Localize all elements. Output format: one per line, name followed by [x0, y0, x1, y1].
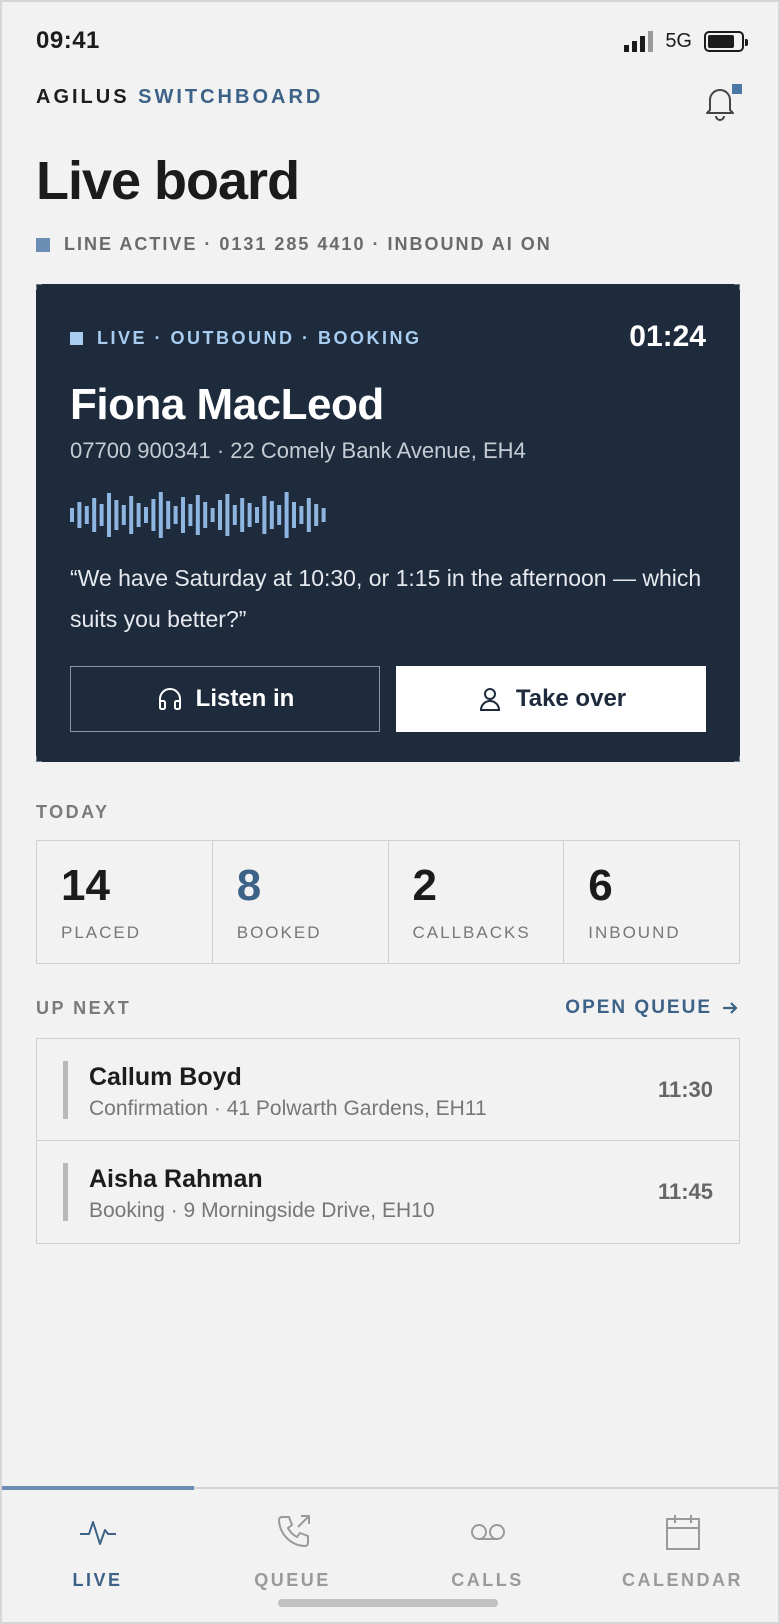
arrow-right-icon: [723, 1002, 738, 1014]
tab-calendar[interactable]: CALENDAR: [585, 1490, 780, 1624]
voicemail-icon: [470, 1524, 505, 1540]
listen-in-label: Listen in: [195, 685, 295, 712]
up-next-label: UP NEXT: [36, 998, 132, 1018]
queue-item-marker: [63, 1061, 68, 1119]
home-indicator: [278, 1599, 498, 1607]
queue-item-time: 11:45: [657, 1179, 713, 1204]
caller-details: 07700 900341 · 22 Comely Bank Avenue, EH…: [70, 438, 526, 463]
tab-label: CALLS: [451, 1570, 524, 1590]
live-transcript: “We have Saturday at 10:30, or 1:15 in t…: [70, 565, 702, 632]
live-indicator: [70, 332, 83, 345]
open-queue-label: OPEN QUEUE: [565, 997, 712, 1018]
stat-label: BOOKED: [236, 923, 322, 942]
stat-value: 8: [236, 861, 262, 910]
status-bar: 09:41 5G: [36, 24, 748, 58]
stat-value: 14: [61, 861, 110, 910]
stat-value: 6: [588, 861, 613, 910]
line-status: LINE ACTIVE · 0131 285 4410 · INBOUND AI…: [36, 234, 552, 255]
queue-item-detail: Confirmation · 41 Polwarth Gardens, EH11: [89, 1097, 487, 1120]
brand-logo: AGILUS SWITCHBOARD: [36, 86, 323, 109]
today-stats: 14 PLACED 8 BOOKED 2 CALLBACKS 6 INBOUND: [36, 840, 740, 964]
brand-secondary: SWITCHBOARD: [138, 86, 324, 108]
stat-callbacks: 2 CALLBACKS: [389, 841, 565, 963]
headphones-icon: [158, 688, 181, 710]
open-queue-link[interactable]: OPEN QUEUE: [565, 997, 740, 1019]
stat-value: 2: [412, 861, 437, 910]
stat-inbound: 6 INBOUND: [564, 841, 739, 963]
live-call-tag-text: LIVE · OUTBOUND · BOOKING: [97, 328, 422, 348]
line-status-text: LINE ACTIVE · 0131 285 4410 · INBOUND AI…: [64, 234, 552, 254]
phone-outgoing-icon: [277, 1515, 310, 1547]
user-icon: [479, 688, 500, 711]
status-indicators: 5G: [624, 29, 748, 53]
tab-live[interactable]: LIVE: [0, 1490, 195, 1624]
status-time: 09:41: [36, 27, 100, 54]
queue-item-marker: [63, 1163, 68, 1221]
tab-label: QUEUE: [254, 1570, 331, 1590]
queue-item-name: Callum Boyd: [89, 1063, 242, 1091]
queue-item-time: 11:30: [657, 1077, 713, 1102]
queue-item-name: Aisha Rahman: [89, 1165, 263, 1193]
live-call-card: LIVE · OUTBOUND · BOOKING 01:24 Fiona Ma…: [36, 284, 740, 762]
queue-item[interactable]: Callum Boyd Confirmation · 41 Polwarth G…: [37, 1039, 739, 1141]
stat-label: PLACED: [61, 923, 142, 942]
brand-primary: AGILUS: [36, 86, 130, 108]
queue-item-detail: Booking · 9 Morningside Drive, EH10: [89, 1199, 435, 1222]
live-call-tag: LIVE · OUTBOUND · BOOKING: [70, 328, 422, 349]
line-status-indicator: [36, 237, 50, 252]
audio-waveform: [70, 492, 326, 538]
stat-label: INBOUND: [588, 923, 681, 942]
notification-dot: [732, 84, 742, 94]
stat-placed: 14 PLACED: [37, 841, 213, 963]
stat-label: CALLBACKS: [412, 923, 531, 942]
tab-label: LIVE: [72, 1570, 123, 1590]
take-over-button[interactable]: Take over: [396, 666, 706, 732]
today-label: TODAY: [36, 802, 110, 822]
queue-list: Callum Boyd Confirmation · 41 Polwarth G…: [36, 1038, 740, 1244]
take-over-label: Take over: [515, 685, 627, 712]
page-title: Live board: [36, 151, 300, 211]
calendar-icon: [665, 1515, 700, 1550]
caller-name: Fiona MacLeod: [70, 380, 384, 429]
battery-icon: [704, 30, 748, 52]
signal-icon: [624, 30, 654, 52]
tab-label: CALENDAR: [622, 1570, 743, 1590]
stat-booked: 8 BOOKED: [213, 841, 389, 963]
listen-in-button[interactable]: Listen in: [70, 666, 380, 732]
network-type: 5G: [665, 29, 692, 52]
pulse-icon: [79, 1521, 116, 1545]
call-timer: 01:24: [629, 320, 706, 353]
queue-item[interactable]: Aisha Rahman Booking · 9 Morningside Dri…: [37, 1141, 739, 1243]
